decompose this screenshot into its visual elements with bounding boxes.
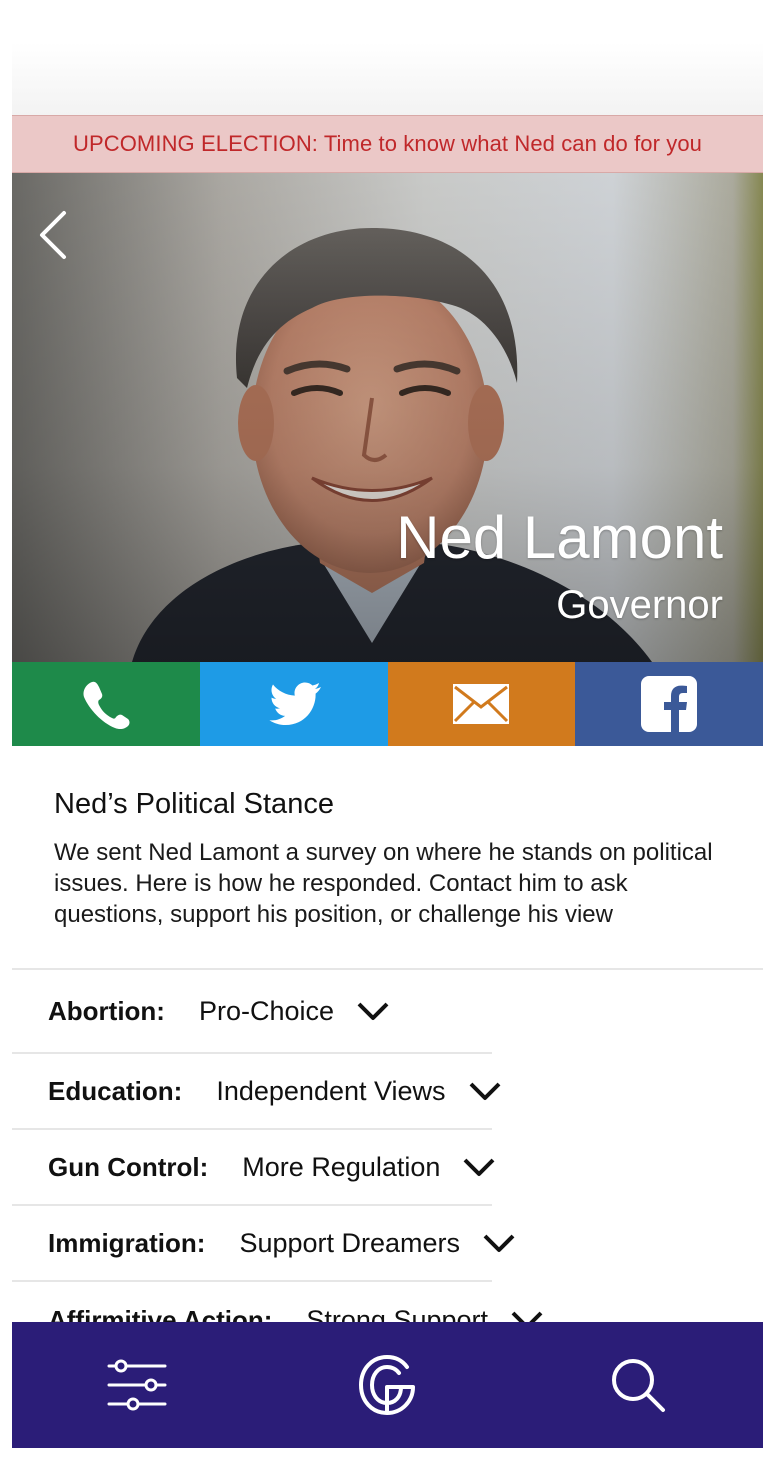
phone-icon — [83, 681, 130, 730]
issue-row-gun-control[interactable]: Gun Control: More Regulation — [12, 1130, 495, 1206]
section-description: We sent Ned Lamont a survey on where he … — [54, 839, 713, 928]
issue-value: Independent Views — [216, 1075, 446, 1106]
mail-icon — [453, 684, 510, 724]
sliders-icon — [107, 1359, 167, 1411]
twitter-icon — [269, 682, 321, 725]
contact-bar — [12, 662, 763, 746]
back-button[interactable] — [32, 207, 76, 263]
election-banner-text: UPCOMING ELECTION: Time to know what Ned… — [72, 131, 703, 156]
issue-label: Education: — [48, 1075, 183, 1106]
issue-row-abortion[interactable]: Abortion: Pro-Choice — [12, 970, 492, 1054]
chevron-down-icon — [462, 1156, 496, 1178]
filter-button[interactable] — [82, 1345, 192, 1425]
chevron-down-icon — [482, 1232, 516, 1254]
chevron-left-icon — [40, 211, 66, 259]
twitter-button[interactable] — [199, 662, 388, 746]
issue-value: Support Dreamers — [239, 1227, 461, 1258]
political-stance-section: Ned’s Political Stance We sent Ned Lamon… — [54, 788, 734, 930]
issue-value: More Regulation — [242, 1151, 441, 1182]
chevron-down-icon — [356, 1000, 390, 1022]
facebook-button[interactable] — [575, 662, 763, 746]
issue-row-education[interactable]: Education: Independent Views — [12, 1054, 500, 1130]
bottom-navigation — [12, 1322, 763, 1448]
representative-title: Governor — [556, 583, 723, 627]
representative-name: Ned Lamont — [396, 504, 723, 571]
issue-row-immigration[interactable]: Immigration: Support Dreamers — [12, 1206, 515, 1282]
call-button[interactable] — [12, 662, 200, 746]
email-button[interactable] — [387, 662, 576, 746]
issue-label: Abortion: — [48, 995, 165, 1026]
chevron-down-icon — [468, 1080, 502, 1102]
search-button[interactable] — [583, 1345, 693, 1425]
logo-g-icon — [359, 1355, 416, 1415]
issue-label: Gun Control: — [48, 1151, 209, 1182]
status-bar — [12, 42, 763, 115]
issue-label: Immigration: — [48, 1227, 206, 1258]
home-logo-button[interactable] — [332, 1345, 442, 1425]
issue-value: Pro-Choice — [198, 995, 335, 1026]
search-icon — [611, 1359, 665, 1412]
issue-list: Abortion: Pro-Choice Education: Independ… — [12, 970, 763, 1358]
section-title: Ned’s Political Stance — [54, 788, 334, 820]
profile-hero: Ned Lamont Governor — [12, 173, 763, 662]
election-banner: UPCOMING ELECTION: Time to know what Ned… — [12, 115, 763, 173]
app-screen: UPCOMING ELECTION: Time to know what Ned… — [12, 0, 763, 1460]
facebook-icon — [641, 676, 698, 732]
